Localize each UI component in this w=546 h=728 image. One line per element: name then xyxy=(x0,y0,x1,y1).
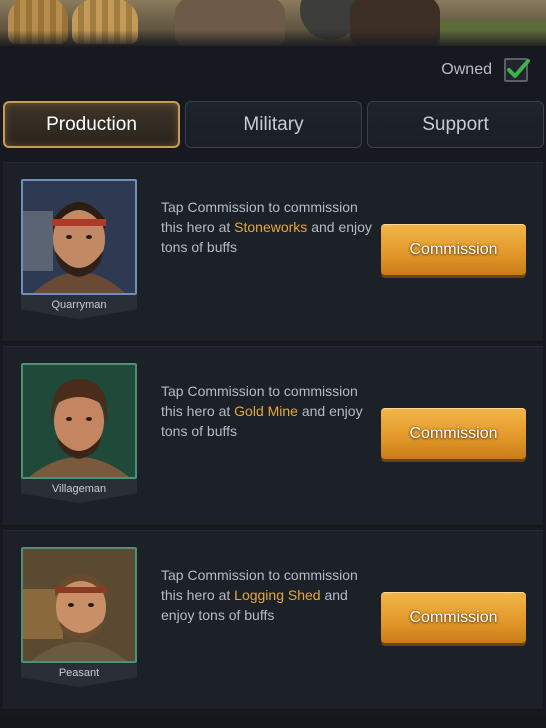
checkmark-icon xyxy=(507,59,530,78)
peasant-portrait-art xyxy=(23,549,135,661)
hero-name: Peasant xyxy=(21,663,137,687)
hero-portrait-frame[interactable]: Peasant xyxy=(21,547,137,687)
hero-name: Quarryman xyxy=(21,295,137,319)
hero-portrait xyxy=(21,179,137,295)
hero-portrait-frame[interactable]: Villageman xyxy=(21,363,137,503)
hero-name: Villageman xyxy=(21,479,137,503)
owned-filter[interactable]: Owned xyxy=(441,58,530,82)
owned-label: Owned xyxy=(441,61,492,78)
hero-portrait-frame[interactable]: Quarryman xyxy=(21,179,137,319)
building-name: Stoneworks xyxy=(234,219,308,235)
owned-checkbox[interactable] xyxy=(504,58,530,82)
commission-button[interactable]: Commission xyxy=(381,224,526,275)
top-banner-art xyxy=(0,0,546,46)
villageman-portrait-art xyxy=(23,365,135,477)
hero-description: Tap Commission to commission this hero a… xyxy=(161,565,379,625)
hero-description: Tap Commission to commission this hero a… xyxy=(161,381,379,441)
commission-button[interactable]: Commission xyxy=(381,592,526,643)
quarryman-portrait-art xyxy=(23,181,135,293)
category-tabs: Production Military Support xyxy=(3,101,545,149)
building-name: Logging Shed xyxy=(234,587,321,603)
banner-fade xyxy=(0,30,546,46)
tab-production[interactable]: Production xyxy=(3,101,180,148)
tab-military[interactable]: Military xyxy=(185,101,362,148)
hero-portrait xyxy=(21,547,137,663)
tab-support[interactable]: Support xyxy=(367,101,544,148)
commission-button[interactable]: Commission xyxy=(381,408,526,459)
bottom-edge xyxy=(0,715,546,728)
hero-description: Tap Commission to commission this hero a… xyxy=(161,197,379,257)
building-name: Gold Mine xyxy=(234,403,298,419)
hero-portrait xyxy=(21,363,137,479)
hero-card: Villageman Tap Commission to commission … xyxy=(3,346,543,526)
hero-card: Quarryman Tap Commission to commission t… xyxy=(3,162,543,342)
hero-card: Peasant Tap Commission to commission thi… xyxy=(3,530,543,710)
